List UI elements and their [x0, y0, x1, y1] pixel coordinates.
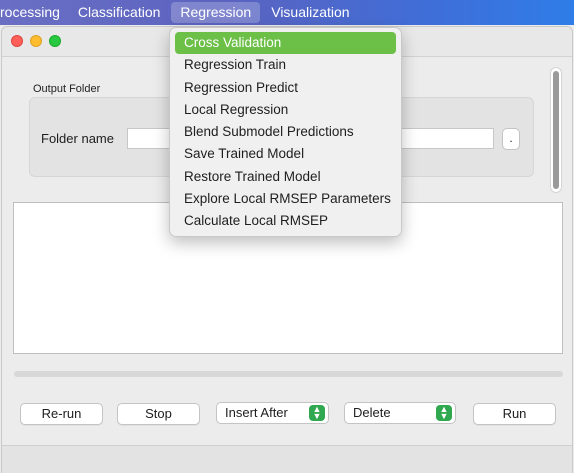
rerun-button[interactable]: Re-run: [20, 403, 103, 425]
up-down-chevron-icon: ▲ ▼: [436, 405, 452, 421]
menu-item-explore-local-rmsep-parameters[interactable]: Explore Local RMSEP Parameters: [175, 188, 396, 210]
insert-position-select[interactable]: Insert After ▲ ▼: [216, 402, 329, 424]
output-folder-title: Output Folder: [33, 83, 101, 95]
zoom-window-button[interactable]: [49, 35, 61, 47]
progress-bar: [14, 371, 563, 377]
browse-folder-button[interactable]: .: [502, 128, 520, 150]
regression-menu: Cross Validation Regression Train Regres…: [169, 27, 402, 237]
delete-select-value: Delete: [353, 405, 391, 420]
folder-name-label: Folder name: [41, 131, 114, 146]
menu-regression[interactable]: Regression: [171, 2, 261, 23]
menu-item-blend-submodel-predictions[interactable]: Blend Submodel Predictions: [175, 121, 396, 143]
menu-item-restore-trained-model[interactable]: Restore Trained Model: [175, 166, 396, 188]
menu-visualization[interactable]: Visualization: [262, 0, 358, 25]
delete-select[interactable]: Delete ▲ ▼: [344, 402, 456, 424]
up-down-chevron-icon: ▲ ▼: [309, 405, 325, 421]
menu-item-cross-validation[interactable]: Cross Validation: [175, 32, 396, 55]
close-window-button[interactable]: [11, 35, 23, 47]
stop-button[interactable]: Stop: [117, 403, 200, 425]
menu-preprocessing[interactable]: rocessing: [0, 0, 69, 25]
insert-position-value: Insert After: [225, 405, 288, 420]
minimize-window-button[interactable]: [30, 35, 42, 47]
menu-item-regression-predict[interactable]: Regression Predict: [175, 77, 396, 99]
scrollbar-thumb[interactable]: [553, 71, 559, 189]
menu-item-save-trained-model[interactable]: Save Trained Model: [175, 143, 396, 165]
menu-item-regression-train[interactable]: Regression Train: [175, 54, 396, 76]
menu-classification[interactable]: Classification: [69, 0, 169, 25]
menu-item-local-regression[interactable]: Local Regression: [175, 99, 396, 121]
status-bar: [2, 445, 572, 473]
menu-item-calculate-local-rmsep[interactable]: Calculate Local RMSEP: [175, 210, 396, 232]
run-button[interactable]: Run: [473, 403, 556, 425]
vertical-scrollbar[interactable]: [550, 67, 562, 193]
menu-bar: rocessing Classification Regression Visu…: [0, 0, 574, 25]
